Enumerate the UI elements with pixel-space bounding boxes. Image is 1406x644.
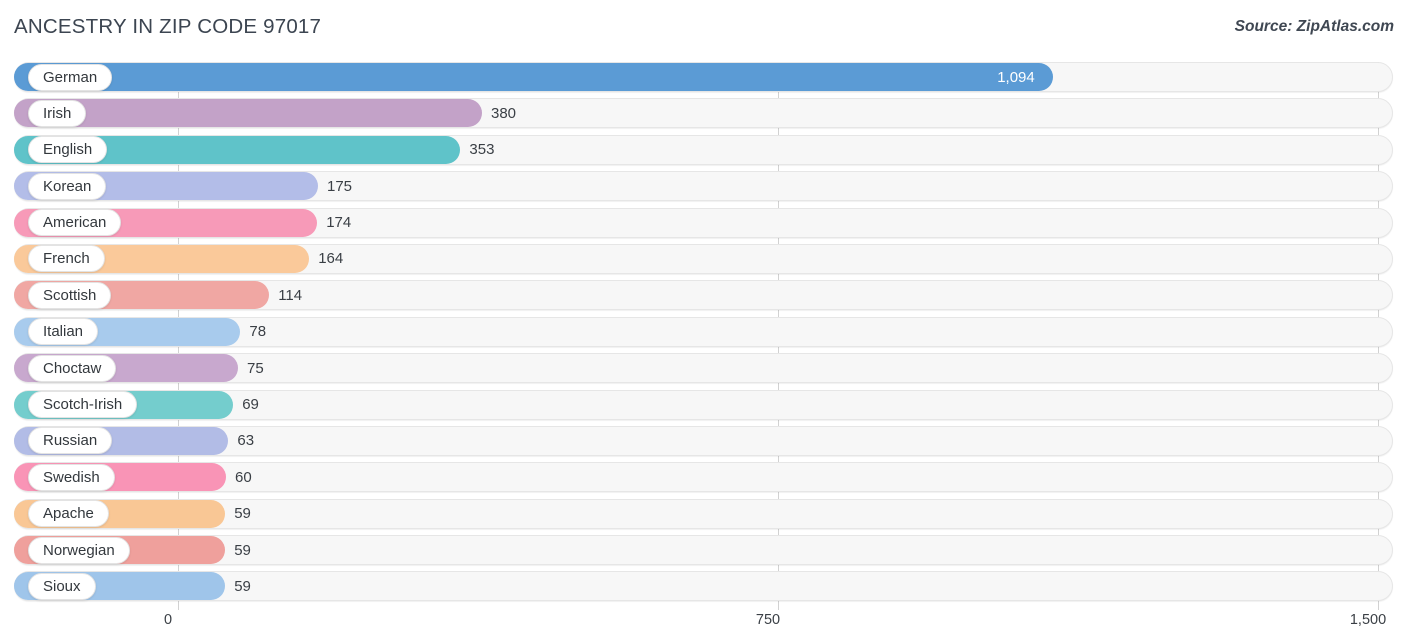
- category-label-pill[interactable]: American: [28, 209, 122, 237]
- category-label-pill[interactable]: Russian: [28, 427, 113, 455]
- x-tick-label: 750: [755, 612, 781, 628]
- category-label-pill[interactable]: French: [28, 245, 105, 273]
- bar-row[interactable]: Swedish 60: [0, 462, 1406, 493]
- category-label-pill[interactable]: Choctaw: [28, 354, 117, 382]
- bar-value-label: 59: [234, 505, 251, 523]
- category-label: Swedish: [43, 468, 100, 486]
- category-label-pill[interactable]: Norwegian: [28, 536, 130, 564]
- category-label-pill[interactable]: Italian: [28, 318, 99, 346]
- category-label-pill[interactable]: German: [28, 63, 113, 91]
- bar-value-label: 78: [249, 323, 267, 341]
- category-label-pill[interactable]: English: [28, 136, 108, 164]
- bar-row[interactable]: English 353: [0, 134, 1406, 165]
- category-label: English: [43, 141, 93, 159]
- page-title: ANCESTRY IN ZIP CODE 97017: [14, 15, 322, 38]
- category-label: Irish: [43, 104, 72, 122]
- bar-value-label: 63: [237, 432, 255, 450]
- category-label: Apache: [43, 505, 94, 523]
- category-label: American: [43, 214, 107, 232]
- bar-value-label: 164: [318, 250, 344, 268]
- category-label-pill[interactable]: Swedish: [28, 463, 115, 491]
- category-label-pill[interactable]: Scottish: [28, 281, 112, 309]
- category-label: German: [43, 68, 98, 86]
- bar-row[interactable]: Irish 380: [0, 98, 1406, 129]
- category-label: Korean: [43, 177, 92, 195]
- bar-value-label: 380: [491, 104, 517, 122]
- category-label: Russian: [43, 432, 98, 450]
- bar-row[interactable]: Scottish 114: [0, 280, 1406, 311]
- category-label-pill[interactable]: Apache: [28, 500, 109, 528]
- bar-value-label: 60: [235, 468, 252, 486]
- x-tick-label: 0: [163, 612, 173, 628]
- bar-row[interactable]: Russian 63: [0, 425, 1406, 456]
- bar-row[interactable]: German 1,094: [0, 62, 1406, 92]
- bar-value-label: 174: [326, 214, 352, 232]
- bar-row[interactable]: Norwegian 59: [0, 535, 1406, 566]
- bar-rows: German 1,094 Irish 380 English 353 Korean 175 Am…: [0, 62, 1406, 608]
- bar-row[interactable]: Apache 59: [0, 498, 1406, 529]
- bar-value-label: 59: [234, 541, 251, 559]
- category-label: Scotch-Irish: [43, 396, 123, 414]
- bar-value-label: 59: [234, 577, 251, 595]
- plot-area: German 1,094 Irish 380 English 353 Korean 175 Am…: [0, 62, 1406, 610]
- bar-value-label: 69: [242, 396, 259, 414]
- bar-row[interactable]: Sioux 59: [0, 571, 1406, 602]
- category-label: Choctaw: [43, 359, 102, 377]
- bar-value-label: 1,094: [997, 68, 1035, 86]
- x-axis: 0 750 1,500: [0, 608, 1406, 644]
- category-label: Sioux: [43, 577, 81, 595]
- bar-row[interactable]: American 174: [0, 207, 1406, 238]
- ancestry-bar-chart: ANCESTRY IN ZIP CODE 97017 Source: ZipAt…: [0, 0, 1406, 644]
- bar-row[interactable]: Choctaw 75: [0, 353, 1406, 384]
- bar-german[interactable]: [14, 63, 1054, 91]
- category-label-pill[interactable]: Korean: [28, 172, 107, 200]
- source-attribution: Source: ZipAtlas.com: [1234, 18, 1394, 35]
- x-tick-label: 1,500: [1349, 612, 1387, 628]
- category-label-pill[interactable]: Scotch-Irish: [28, 391, 138, 419]
- bar-row[interactable]: Scotch-Irish 69: [0, 389, 1406, 420]
- bar-row[interactable]: Korean 175: [0, 171, 1406, 202]
- bar-value-label: 75: [247, 359, 264, 377]
- bar-row[interactable]: French 164: [0, 243, 1406, 274]
- bar-value-label: 114: [278, 286, 303, 304]
- category-label: Italian: [43, 323, 84, 341]
- category-label-pill[interactable]: Irish: [28, 99, 87, 127]
- category-label: Scottish: [43, 286, 97, 304]
- category-label: Norwegian: [43, 541, 115, 559]
- category-label: French: [43, 250, 90, 268]
- category-label-pill[interactable]: Sioux: [28, 572, 96, 600]
- bar-value-label: 353: [469, 141, 495, 159]
- bar-value-label: 175: [327, 177, 353, 195]
- bar-row[interactable]: Italian 78: [0, 316, 1406, 347]
